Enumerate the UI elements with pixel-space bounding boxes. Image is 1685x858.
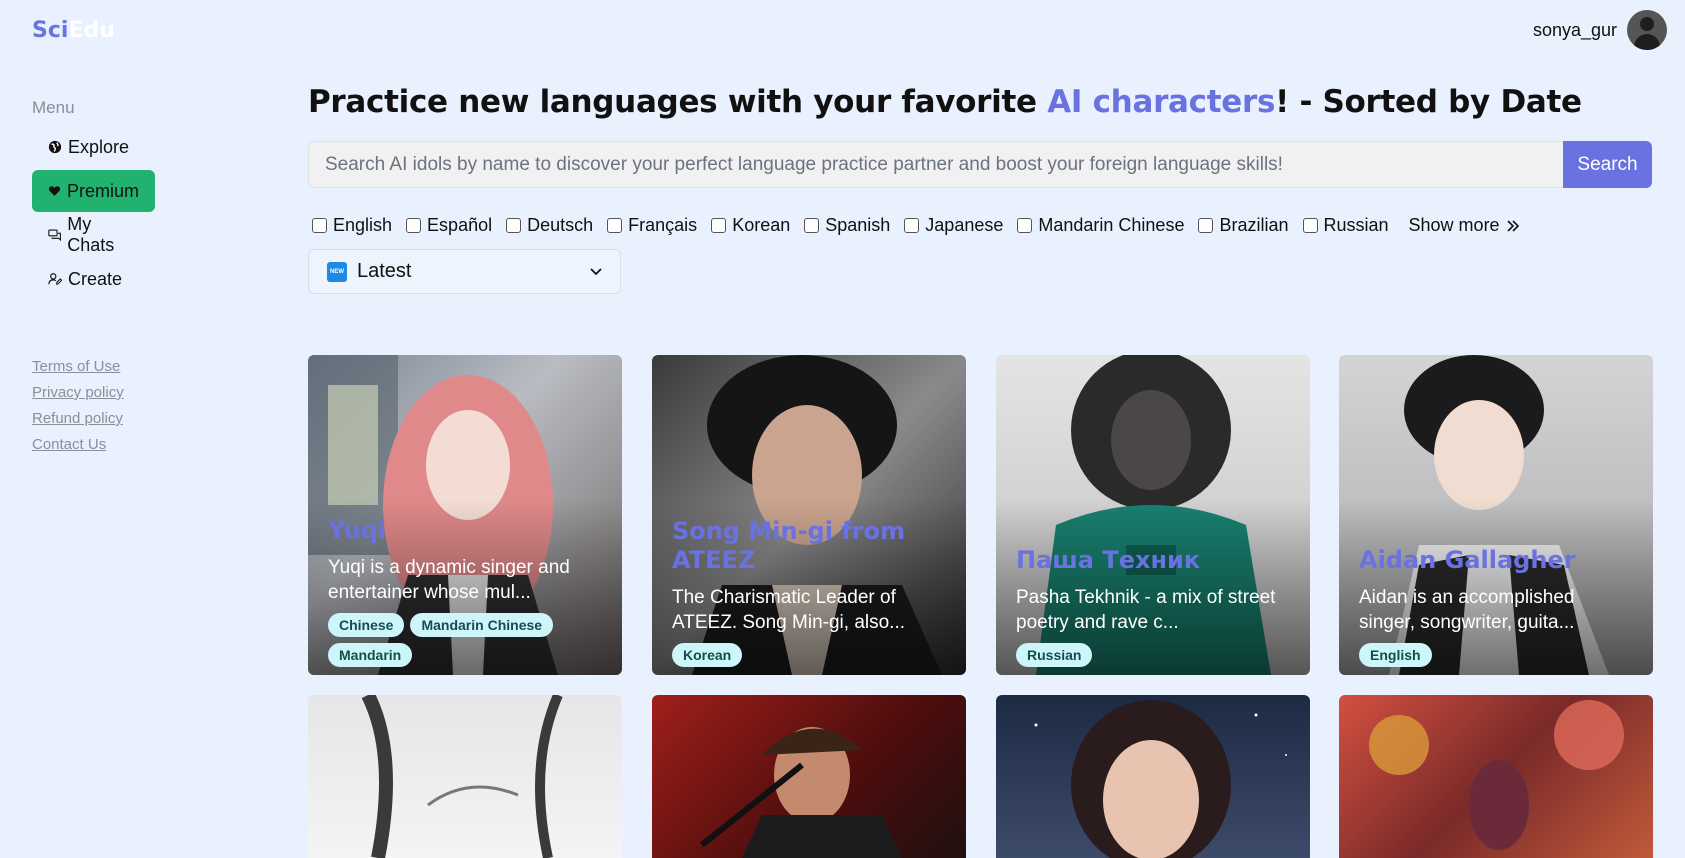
character-name: Aidan Gallagher (1359, 546, 1576, 575)
language-label: English (333, 215, 393, 235)
sidebar-item-premium[interactable]: Premium (32, 170, 155, 212)
show-more-button[interactable]: Show more (1409, 215, 1520, 236)
checkbox[interactable] (711, 218, 727, 233)
character-card[interactable]: Aidan Gallagher Aidan is an accomplished… (1339, 355, 1653, 675)
checkbox[interactable] (904, 218, 920, 233)
language-filter-brazilian[interactable]: Brazilian (1198, 215, 1289, 236)
checkbox[interactable] (312, 218, 327, 233)
sidebar-item-label: Premium (66, 180, 139, 201)
language-filter-japanese[interactable]: Japanese (904, 215, 1003, 236)
privacy-link[interactable]: Privacy policy (32, 384, 124, 401)
character-card[interactable] (652, 695, 966, 858)
checkbox[interactable] (607, 218, 623, 233)
character-card[interactable] (996, 695, 1310, 858)
checkbox[interactable] (1302, 218, 1318, 233)
title-suffix: ! - Sorted by Date (1275, 84, 1582, 120)
language-label: Deutsch (527, 215, 594, 235)
search-bar: Search (308, 141, 1652, 188)
character-name: Паша Техник (1016, 546, 1201, 575)
language-tag: Mandarin Chinese (410, 613, 554, 637)
language-filter-mandarin-chinese[interactable]: Mandarin Chinese (1017, 215, 1184, 236)
language-filter-russian[interactable]: Russian (1302, 215, 1389, 236)
page-title: Practice new languages with your favorit… (308, 84, 1582, 120)
checkbox[interactable] (1198, 218, 1214, 233)
character-image (1369, 700, 1624, 850)
terms-link[interactable]: Terms of Use (32, 358, 124, 375)
language-filter-korean[interactable]: Korean (711, 215, 790, 236)
language-tag: Russian (1016, 643, 1093, 667)
language-label: Korean (732, 215, 791, 235)
user-menu[interactable]: sonya_gur (1533, 10, 1667, 50)
character-description: The Charismatic Leader of ATEEZ. Song Mi… (672, 587, 906, 633)
chat-icon (48, 229, 61, 242)
character-description: Pasha Tekhnik - a mix of street poetry a… (1016, 587, 1276, 633)
chevron-down-icon (590, 267, 602, 275)
sidebar-item-explore[interactable]: Explore (32, 126, 155, 168)
search-button[interactable]: Search (1563, 141, 1652, 188)
contact-link[interactable]: Contact Us (32, 436, 124, 453)
character-card[interactable]: Song Min-gi from ATEEZ The Charismatic L… (652, 355, 966, 675)
language-label: Japanese (925, 215, 1004, 235)
sort-dropdown[interactable]: NEW Latest (308, 249, 621, 294)
title-text: Practice new languages with your favorit… (308, 84, 1048, 120)
language-tag: English (1359, 643, 1432, 667)
checkbox[interactable] (804, 218, 820, 233)
checkbox[interactable] (406, 218, 422, 233)
language-filter-english[interactable]: English (312, 215, 392, 236)
language-filters: English Español Deutsch Français Korean … (312, 215, 1520, 236)
refund-link[interactable]: Refund policy (32, 410, 124, 427)
character-card[interactable] (308, 695, 622, 858)
sidebar: Menu Explore Premium My Chats Create (32, 98, 232, 302)
brand-part-2: Edu (68, 18, 115, 43)
heart-icon (48, 186, 61, 196)
search-input[interactable] (308, 141, 1563, 188)
new-icon: NEW (327, 261, 347, 282)
sidebar-item-label: Explore (68, 136, 130, 157)
footer-links: Terms of Use Privacy policy Refund polic… (32, 358, 124, 462)
character-description: Yuqi is a dynamic singer and entertainer… (328, 557, 570, 603)
create-icon (48, 273, 62, 285)
sidebar-item-label: Create (68, 268, 123, 289)
sidebar-item-my-chats[interactable]: My Chats (32, 214, 155, 256)
sidebar-item-label: My Chats (67, 214, 115, 255)
language-tag: Korean (672, 643, 743, 667)
avatar[interactable] (1627, 10, 1667, 50)
language-filter-spanish[interactable]: Spanish (804, 215, 890, 236)
character-image (361, 695, 563, 858)
language-label: Mandarin Chinese (1038, 215, 1185, 235)
double-chevron-right-icon (1507, 219, 1519, 232)
language-label: Español (427, 215, 493, 235)
checkbox[interactable] (1017, 218, 1033, 233)
character-card[interactable]: Паша Техник Pasha Tekhnik - a mix of str… (996, 355, 1310, 675)
checkbox[interactable] (506, 218, 522, 233)
character-name: Song Min-gi from ATEEZ (672, 517, 906, 575)
character-image (700, 727, 902, 858)
menu-label: Menu (32, 98, 75, 117)
language-tag: Mandarin (328, 643, 413, 667)
sidebar-item-create[interactable]: Create (32, 258, 155, 300)
language-label: Brazilian (1219, 215, 1289, 235)
username: sonya_gur (1532, 19, 1617, 40)
language-label: Spanish (825, 215, 891, 235)
language-filter-francais[interactable]: Français (607, 215, 697, 236)
globe-icon (48, 140, 62, 154)
character-name: Yuqi (328, 516, 387, 545)
character-image (1034, 700, 1287, 858)
character-description: Aidan is an accomplished singer, songwri… (1359, 587, 1575, 633)
title-highlight: AI characters (1047, 84, 1276, 120)
show-more-label: Show more (1408, 215, 1500, 235)
language-filter-deutsch[interactable]: Deutsch (506, 215, 593, 236)
language-filter-espanol[interactable]: Español (406, 215, 492, 236)
brand-part-1: Sci (32, 18, 69, 43)
character-card[interactable] (1339, 695, 1653, 858)
character-card[interactable]: Yuqi Yuqi is a dynamic singer and entert… (308, 355, 622, 675)
brand-logo[interactable]: SciEdu (32, 18, 115, 43)
language-label: Russian (1323, 215, 1389, 235)
sort-selected: Latest (357, 260, 412, 282)
language-tag: Chinese (328, 613, 405, 637)
language-label: Français (628, 215, 698, 235)
